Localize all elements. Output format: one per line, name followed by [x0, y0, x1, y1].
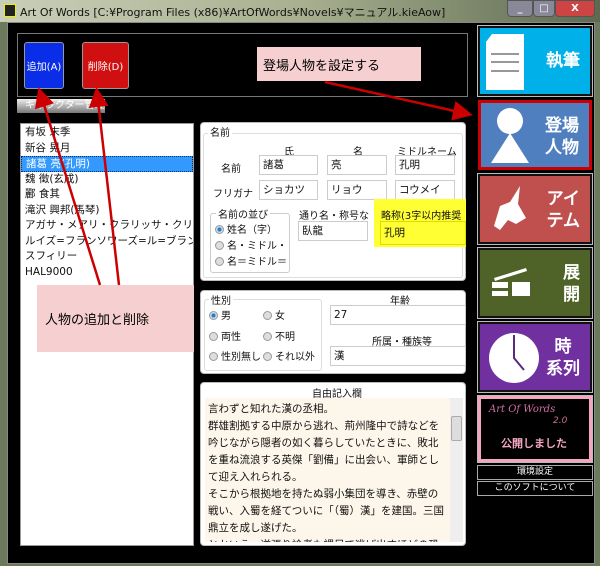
gender-option[interactable]: 男: [209, 307, 231, 322]
name-order-option[interactable]: 名・ミドル・: [215, 237, 287, 252]
radio[interactable]: [263, 352, 272, 361]
radio[interactable]: [209, 332, 218, 341]
promo-title: Art Of Words: [489, 404, 556, 415]
nav-timeline-button[interactable]: 時系列: [477, 321, 593, 393]
name-order-option[interactable]: 名＝ミドル＝: [215, 253, 287, 268]
unicorn-icon: [494, 186, 526, 230]
person-icon: [491, 108, 529, 163]
nav-label-line: テム: [546, 211, 581, 231]
nav-label: 展開: [563, 262, 580, 306]
promo-version: 2.0: [553, 416, 568, 426]
gender-option[interactable]: 女: [263, 307, 285, 322]
option-label: それ以外: [275, 352, 315, 363]
last-name-input[interactable]: 諸葛: [259, 155, 318, 175]
nav-items-button[interactable]: アイ テム: [477, 173, 593, 245]
name-order-option[interactable]: 姓名（字）: [215, 221, 277, 236]
first-kana-input[interactable]: リョウ: [327, 180, 387, 200]
alias-input[interactable]: 臥龍: [298, 221, 368, 241]
delete-character-button[interactable]: 削除(D): [82, 42, 129, 89]
list-item[interactable]: ルイズ=フランソワーズ=ル=ブラン: [21, 234, 193, 250]
window-title: Art Of Words [C:¥Program Files (x86)¥Art…: [20, 6, 446, 19]
option-label: 姓名（字）: [227, 225, 277, 236]
list-item[interactable]: 新谷 晃月: [21, 141, 193, 157]
add-character-button[interactable]: 追加(A): [24, 42, 64, 89]
gender-option[interactable]: 性別無し: [209, 348, 261, 363]
list-item[interactable]: HAL9000: [21, 265, 193, 281]
nav-plot-button[interactable]: 展開: [477, 247, 593, 319]
radio[interactable]: [209, 352, 218, 361]
list-item-selected[interactable]: 諸葛 亮(孔明): [21, 156, 193, 172]
option-label: 不明: [275, 332, 295, 343]
middle-name-input[interactable]: 孔明: [395, 155, 455, 175]
list-item[interactable]: 有坂 末季: [21, 125, 193, 141]
nav-label-line: 開: [563, 285, 580, 305]
option-label: 女: [275, 311, 285, 322]
nav-label-line: 系列: [546, 359, 580, 379]
age-input[interactable]: 27: [330, 305, 466, 325]
gender-option[interactable]: 不明: [263, 328, 295, 343]
option-label: 名＝ミドル＝: [227, 257, 287, 268]
free-text-area[interactable]: 言わずと知れた漢の丞相。 群雄割拠する中原から逃れ、荊州隆中で詩などを吟じながら…: [205, 398, 450, 542]
nav-label-line: 時: [554, 337, 572, 357]
list-item[interactable]: 魏 徵(玄成): [21, 172, 193, 188]
list-item[interactable]: 酈 食其: [21, 187, 193, 203]
name-order-label: 名前の並び: [216, 206, 270, 221]
settings-button[interactable]: 環境設定: [477, 465, 593, 480]
option-label: 男: [221, 311, 231, 322]
nav-characters-button[interactable]: 登場 人物: [478, 100, 592, 170]
callout-add-delete: 人物の追加と削除: [37, 285, 194, 352]
nav-label-line: 人物: [545, 138, 579, 158]
kana-row-label: フリガナ: [213, 189, 253, 200]
option-label: 両性: [221, 332, 241, 343]
name-row-label: 名前: [221, 164, 241, 175]
name-group-label: 名前: [208, 124, 232, 139]
option-label: 名・ミドル・: [227, 241, 287, 252]
option-label: 性別無し: [221, 352, 261, 363]
promo-message: 公開しました: [501, 437, 567, 450]
maximize-button[interactable]: □: [533, 0, 555, 17]
callout-set-characters: 登場人物を設定する: [257, 47, 421, 81]
about-button[interactable]: このソフトについて: [477, 481, 593, 496]
short-name-input[interactable]: 孔明: [380, 221, 466, 245]
list-item[interactable]: スフィリー: [21, 249, 193, 265]
short-name-label: 略称(3字以内推奨: [381, 211, 462, 222]
nav-label-line: 展: [563, 263, 580, 283]
nav-label-line: アイ: [546, 189, 580, 209]
radio[interactable]: [263, 332, 272, 341]
nav-label-line: 登場: [545, 116, 579, 136]
radio[interactable]: [215, 257, 224, 266]
first-name-input[interactable]: 亮: [327, 155, 387, 175]
radio[interactable]: [215, 241, 224, 250]
alias-label: 通り名・称号など: [299, 211, 369, 222]
promo-banner[interactable]: Art Of Words 2.0 公開しました: [477, 395, 593, 463]
middle-kana-input[interactable]: コウメイ: [395, 180, 455, 200]
nav-label: 時系列: [546, 336, 580, 380]
radio[interactable]: [263, 311, 272, 320]
nav-write-button[interactable]: 執筆: [477, 25, 593, 97]
clock-icon: [489, 333, 539, 383]
radio-selected[interactable]: [215, 225, 224, 234]
last-kana-input[interactable]: ショカツ: [259, 180, 318, 200]
gender-label: 性別: [209, 292, 233, 307]
clapperboard-icon: [492, 268, 530, 296]
nav-label: 登場 人物: [545, 115, 579, 159]
radio-selected[interactable]: [209, 311, 218, 320]
nav-label: 執筆: [546, 51, 580, 71]
character-management-tab[interactable]: キャラクター管理: [17, 99, 105, 113]
gender-option[interactable]: 両性: [209, 328, 241, 343]
close-button[interactable]: X: [555, 0, 595, 17]
list-item[interactable]: アガサ・メアリ・クラリッサ・クリスティ: [21, 218, 193, 234]
nav-label: アイ テム: [547, 188, 581, 232]
app-icon: [4, 4, 16, 17]
list-item[interactable]: 滝沢 興邦(馬琴): [21, 203, 193, 219]
minimize-button[interactable]: _: [507, 0, 533, 17]
document-icon: [486, 34, 524, 90]
gender-option[interactable]: それ以外: [263, 348, 315, 363]
affiliation-input[interactable]: 漢: [330, 346, 466, 366]
scrollbar[interactable]: [450, 398, 463, 542]
scrollbar-thumb[interactable]: [451, 416, 462, 441]
